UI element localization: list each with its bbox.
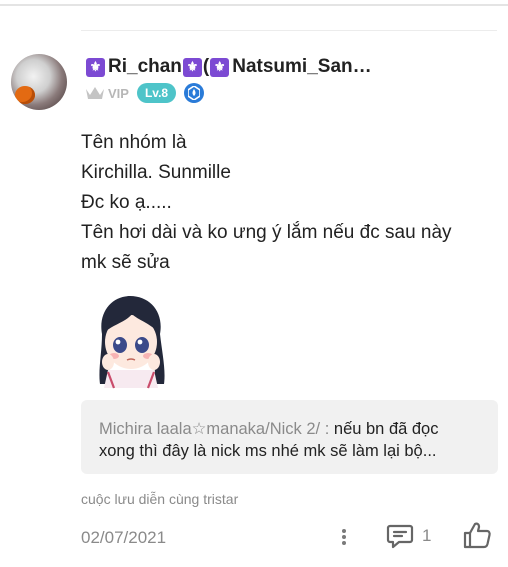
fleur-de-lis-icon: ⚜	[86, 57, 105, 77]
badge-row: VIP Lv.8	[85, 83, 205, 103]
comment-message: Tên nhóm là Kirchilla. Sunmille Đc ko ạ.…	[81, 128, 501, 278]
username-suffix: (	[202, 56, 210, 77]
fleur-de-lis-icon: ⚜	[182, 57, 202, 77]
thumbs-up-icon[interactable]	[462, 520, 492, 550]
reply-count: 1	[422, 526, 432, 545]
comment-date: 02/07/2021	[81, 528, 167, 547]
username-second: Natsumi_San…	[232, 56, 372, 77]
avatar[interactable]	[11, 54, 67, 110]
pumpkin-decoration	[15, 86, 35, 104]
header-divider	[81, 30, 497, 31]
comment-icon	[386, 524, 414, 549]
top-divider	[0, 4, 508, 6]
vip-label: VIP	[108, 85, 129, 101]
quote-text-continued: xong thì đây là nick ms nhé mk sẽ làm lạ…	[99, 442, 437, 460]
message-line: Tên hơi dài và ko ưng ý lắm nếu đc sau n…	[81, 222, 452, 243]
message-line: mk sẽ sửa	[81, 252, 170, 273]
curator-shape	[188, 86, 201, 100]
quoted-reply[interactable]: Michira laala☆manaka/Nick 2/ : nếu bn đã…	[81, 400, 498, 474]
level-badge[interactable]: Lv.8	[136, 83, 177, 103]
message-line: Đc ko ạ.....	[81, 192, 172, 213]
more-options-button[interactable]	[330, 525, 358, 549]
message-line: Tên nhóm là	[81, 132, 187, 153]
username-line[interactable]: ⚜ Ri_chan ⚜ ( ⚜ Natsumi_San…	[85, 56, 385, 78]
username: Ri_chan	[108, 56, 182, 77]
reply-button[interactable]: 1	[386, 519, 431, 553]
curator-badge-icon[interactable]	[184, 83, 205, 103]
message-line: Kirchilla. Sunmille	[81, 162, 231, 183]
more-vertical-icon	[342, 529, 346, 545]
quote-line: Michira laala☆manaka/Nick 2/ : nếu bn đã…	[99, 418, 482, 440]
props-caption: cuộc lưu diễn cùng tristar	[81, 491, 239, 507]
quote-author[interactable]: Michira laala☆manaka/Nick 2/ :	[99, 420, 329, 438]
quote-text: nếu bn đã đọc	[333, 420, 439, 438]
anime-girl-sticker[interactable]	[92, 292, 172, 392]
vip-badge[interactable]: VIP	[85, 86, 129, 101]
crown-icon	[86, 87, 104, 99]
fleur-de-lis-icon: ⚜	[210, 57, 230, 77]
